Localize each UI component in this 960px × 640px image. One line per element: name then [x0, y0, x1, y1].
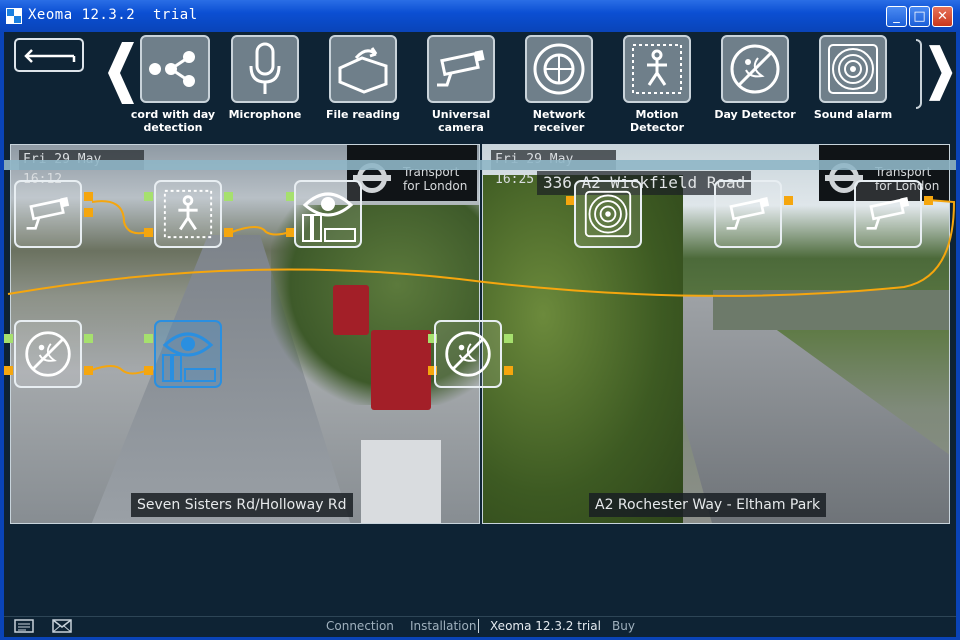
audio-port[interactable]	[84, 334, 93, 343]
title-bar: Xeoma 12.3.2 trial _ □ ✕	[0, 0, 960, 32]
connection-wire	[91, 200, 149, 235]
sound-alarm-icon	[584, 190, 632, 238]
minimize-button[interactable]: _	[886, 6, 907, 27]
mail-icon[interactable]	[52, 619, 72, 633]
version-label: Xeoma 12.3.2 trial	[490, 619, 601, 633]
status-divider	[478, 619, 479, 633]
maximize-button[interactable]: □	[909, 6, 930, 27]
output-port[interactable]	[784, 196, 793, 205]
camera-icon	[26, 197, 70, 230]
output-port[interactable]	[84, 192, 93, 201]
connection-wire	[231, 226, 291, 236]
camera-icon	[726, 197, 770, 230]
day-detector-icon	[25, 331, 71, 377]
input-port[interactable]	[144, 228, 153, 237]
output-port[interactable]	[504, 366, 513, 375]
input-port[interactable]	[144, 366, 153, 375]
connection-link[interactable]: Connection	[326, 619, 394, 633]
node-sound-alarm[interactable]	[574, 180, 642, 248]
status-bar: Connection Installation Xeoma 12.3.2 tri…	[4, 616, 956, 637]
day-detector-icon	[445, 331, 491, 377]
window-title: Xeoma 12.3.2 trial	[28, 7, 198, 23]
node-universal-camera-2[interactable]	[714, 180, 782, 248]
window-frame-right	[956, 32, 960, 640]
output-port[interactable]	[84, 208, 93, 217]
input-port[interactable]	[4, 366, 13, 375]
node-motion-detector[interactable]	[154, 180, 222, 248]
close-button[interactable]: ✕	[932, 6, 953, 27]
output-port[interactable]	[924, 196, 933, 205]
node-universal-camera-3[interactable]	[854, 180, 922, 248]
audio-port[interactable]	[224, 192, 233, 201]
node-preview-archive[interactable]	[294, 180, 362, 248]
connection-wire	[91, 365, 149, 375]
audio-port[interactable]	[4, 334, 13, 343]
output-port[interactable]	[224, 228, 233, 237]
motion-detector-icon	[163, 189, 213, 239]
app-logo-icon	[6, 8, 22, 24]
audio-port[interactable]	[144, 192, 153, 201]
preview-archive-icon	[302, 192, 356, 242]
audio-port[interactable]	[504, 334, 513, 343]
camera-icon	[866, 197, 910, 230]
audio-port[interactable]	[144, 334, 153, 343]
node-universal-camera[interactable]	[14, 180, 82, 248]
log-icon[interactable]	[14, 619, 34, 633]
node-preview-archive-selected[interactable]	[154, 320, 222, 388]
buy-link[interactable]: Buy	[612, 619, 635, 633]
main-area: cord with day detection Microphone File …	[4, 32, 956, 616]
installation-link[interactable]: Installation	[410, 619, 476, 633]
preview-archive-icon	[162, 332, 216, 382]
node-day-detector-2[interactable]	[434, 320, 502, 388]
connection-wire	[7, 199, 956, 297]
output-port[interactable]	[84, 366, 93, 375]
node-day-detector[interactable]	[14, 320, 82, 388]
